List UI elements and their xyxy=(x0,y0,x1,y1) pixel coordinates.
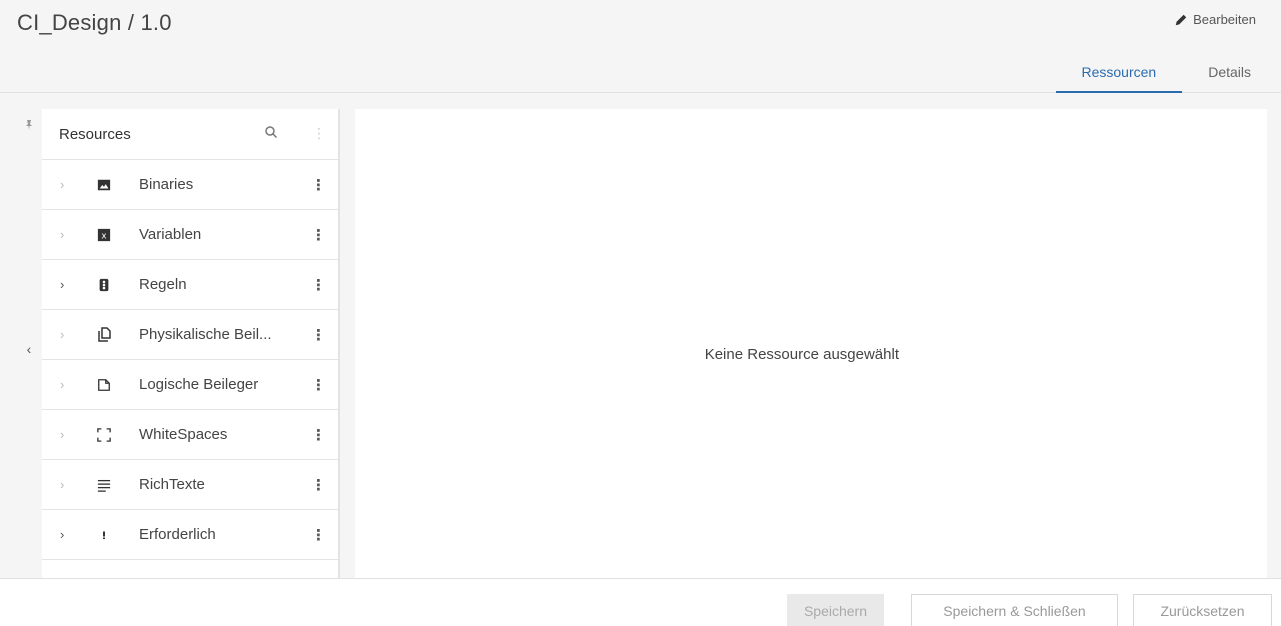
tree-item-richtexte[interactable]: › RichTexte ⋮ xyxy=(42,459,338,509)
more-icon[interactable]: ⋮ xyxy=(311,176,326,194)
tree-item-whitespaces[interactable]: › WhiteSpaces ⋮ xyxy=(42,409,338,459)
rules-icon xyxy=(96,277,112,293)
more-icon[interactable]: ⋮ xyxy=(311,526,326,544)
chevron-right-icon[interactable]: › xyxy=(60,227,70,242)
tree-item-label: Regeln xyxy=(139,276,187,293)
chevron-right-icon[interactable]: › xyxy=(60,477,70,492)
tree-item-label: Erforderlich xyxy=(139,526,216,543)
variable-icon: x xyxy=(96,227,112,243)
more-icon[interactable]: ⋮ xyxy=(311,326,326,344)
whitespace-icon xyxy=(96,427,112,443)
main-content: ‹ Resources ⋮ › Binaries ⋮ › x Variablen… xyxy=(0,94,1281,578)
panel-collapse-strip: ‹ xyxy=(17,109,41,578)
tree-title: Resources xyxy=(59,125,131,143)
tree-item-label: WhiteSpaces xyxy=(139,426,228,443)
tree-item-binaries[interactable]: › Binaries ⋮ xyxy=(42,159,338,209)
page-header: CI_Design / 1.0 Bearbeiten Ressourcen De… xyxy=(0,0,1281,93)
chevron-right-icon[interactable]: › xyxy=(60,527,70,542)
save-and-close-button[interactable]: Speichern & Schließen xyxy=(911,594,1118,626)
tree-item-label: RichTexte xyxy=(139,476,205,493)
tree-item-physikalische-beileger[interactable]: › Physikalische Beil... ⋮ xyxy=(42,309,338,359)
pin-icon[interactable] xyxy=(23,119,35,131)
tree-item-label: Variablen xyxy=(139,226,202,243)
logical-insert-icon xyxy=(96,377,112,393)
resource-tree-panel: Resources ⋮ › Binaries ⋮ › x Variablen ⋮… xyxy=(42,109,340,578)
image-icon xyxy=(96,177,112,193)
physical-insert-icon xyxy=(96,326,112,343)
more-icon[interactable]: ⋮ xyxy=(311,426,326,444)
resource-detail-panel: Keine Ressource ausgewählt xyxy=(355,109,1267,578)
edit-button-label: Bearbeiten xyxy=(1193,12,1256,27)
edit-button[interactable]: Bearbeiten xyxy=(1174,12,1256,27)
svg-text:x: x xyxy=(101,231,106,241)
chevron-right-icon[interactable]: › xyxy=(60,377,70,392)
footer-action-bar: Speichern Speichern & Schließen Zurückse… xyxy=(0,578,1281,626)
tab-ressourcen[interactable]: Ressourcen xyxy=(1055,60,1183,93)
chevron-right-icon[interactable]: › xyxy=(60,327,70,342)
tree-item-variablen[interactable]: › x Variablen ⋮ xyxy=(42,209,338,259)
tree-more-icon[interactable]: ⋮ xyxy=(312,125,326,142)
tree-item-label: Logische Beileger xyxy=(139,376,259,393)
more-icon[interactable]: ⋮ xyxy=(311,226,326,244)
tree-header: Resources ⋮ xyxy=(42,109,338,159)
more-icon[interactable]: ⋮ xyxy=(311,276,326,294)
tree-item-label: Physikalische Beil... xyxy=(139,326,272,343)
collapse-panel-icon[interactable]: ‹ xyxy=(21,341,37,357)
tree-item-logische-beileger[interactable]: › Logische Beileger ⋮ xyxy=(42,359,338,409)
required-icon xyxy=(96,527,112,543)
reset-button[interactable]: Zurücksetzen xyxy=(1133,594,1272,626)
chevron-right-icon[interactable]: › xyxy=(60,427,70,442)
tab-bar: Ressourcen Details xyxy=(1055,60,1264,93)
tree-item-erforderlich[interactable]: › Erforderlich ⋮ xyxy=(42,509,338,559)
tree-item-regeln[interactable]: › Regeln ⋮ xyxy=(42,259,338,309)
chevron-right-icon[interactable]: › xyxy=(60,277,70,292)
richtext-icon xyxy=(96,477,112,493)
more-icon[interactable]: ⋮ xyxy=(311,476,326,494)
save-button[interactable]: Speichern xyxy=(787,594,884,626)
pencil-icon xyxy=(1175,14,1187,25)
tree-item-partial xyxy=(42,559,338,578)
tree-item-label: Binaries xyxy=(139,176,194,193)
search-icon[interactable] xyxy=(264,125,278,139)
page-title: CI_Design / 1.0 xyxy=(17,10,172,35)
chevron-right-icon[interactable]: › xyxy=(60,177,70,192)
tab-details[interactable]: Details xyxy=(1182,60,1263,93)
empty-state-message: Keine Ressource ausgewählt xyxy=(704,346,899,363)
more-icon[interactable]: ⋮ xyxy=(311,376,326,394)
